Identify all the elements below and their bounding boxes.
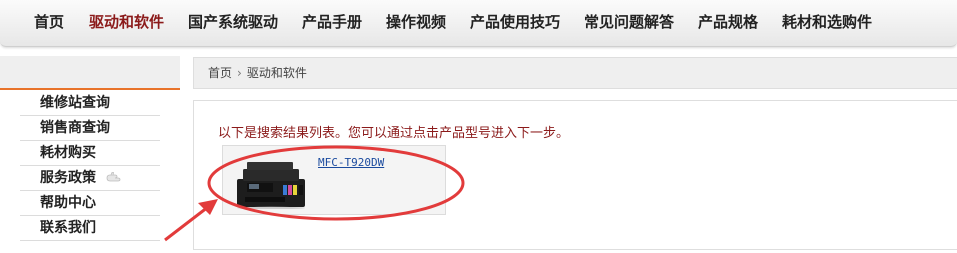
nav-item-specs[interactable]: 产品规格 [698,0,758,44]
sidebar-item-label: 耗材购买 [40,145,96,161]
breadcrumb-home-link[interactable]: 首页 [208,66,232,80]
sidebar-item-label: 服务政策 [40,170,96,186]
sidebar-item-service-station[interactable]: 维修站查询 [20,91,160,116]
sidebar-item-help-center[interactable]: 帮助中心 [20,191,160,216]
sidebar-item-buy-consumables[interactable]: 耗材购买 [20,141,160,166]
nav-item-consumables[interactable]: 耗材和选购件 [782,0,872,44]
search-results-message: 以下是搜索结果列表。您可以通过点击产品型号进入下一步。 [218,126,570,141]
sidebar-item-contact-us[interactable]: 联系我们 [20,216,160,241]
nav-item-videos[interactable]: 操作视频 [386,0,446,44]
nav-item-domestic-os-drivers[interactable]: 国产系统驱动 [188,0,278,44]
sidebar-item-label: 联系我们 [40,220,96,236]
nav-item-faq[interactable]: 常见问题解答 [584,0,674,44]
sidebar-item-dealer[interactable]: 销售商查询 [20,116,160,141]
sidebar-header [0,56,180,90]
sidebar-menu: 维修站查询 销售商查询 耗材购买 服务政策 帮助中心 联系我们 [20,91,160,241]
nav-item-manuals[interactable]: 产品手册 [302,0,362,44]
breadcrumb-separator: › [237,66,242,80]
sidebar-item-label: 维修站查询 [40,95,110,111]
sidebar-item-label: 销售商查询 [40,120,110,136]
product-model-link[interactable]: MFC-T920DW [318,156,384,169]
sidebar-item-label: 帮助中心 [40,195,96,211]
hand-pointer-icon [106,172,121,182]
breadcrumb-current: 驱动和软件 [246,66,307,80]
nav-item-home[interactable]: 首页 [34,0,64,44]
top-nav-bar: 首页 驱动和软件 国产系统驱动 产品手册 操作视频 产品使用技巧 常见问题解答 … [0,0,957,47]
sidebar-item-service-policy[interactable]: 服务政策 [20,166,160,191]
printer-product-image[interactable] [233,153,309,209]
breadcrumb: 首页 › 驱动和软件 [193,57,957,89]
nav-item-tips[interactable]: 产品使用技巧 [470,0,560,44]
nav-item-drivers-software[interactable]: 驱动和软件 [89,0,164,44]
